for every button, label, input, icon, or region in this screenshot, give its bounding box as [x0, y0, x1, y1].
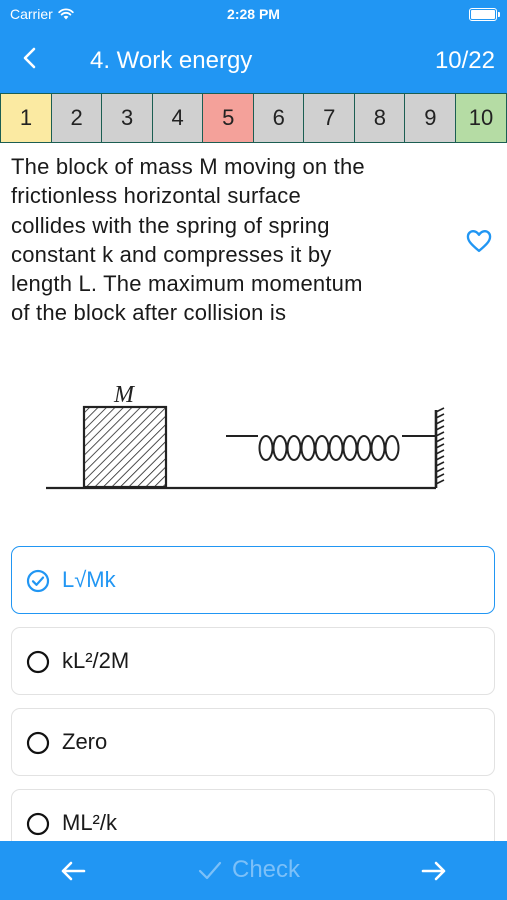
answer-option[interactable]: kL²/2M — [11, 627, 495, 695]
page-title: 4. Work energy — [90, 47, 253, 74]
question-text: The block of mass M moving on the frictio… — [11, 152, 441, 328]
radio-unchecked-icon[interactable] — [26, 812, 50, 836]
battery-icon — [469, 8, 500, 21]
radio-unchecked-icon[interactable] — [26, 731, 50, 755]
question-number-3[interactable]: 3 — [101, 93, 154, 143]
question-line: constant k and compresses it by — [11, 241, 332, 267]
radio-unchecked-icon[interactable] — [26, 650, 50, 674]
check-label: Check — [232, 856, 301, 883]
status-bar: Carrier 2:28 PM — [0, 0, 507, 28]
question-line: length L. The maximum momentum — [11, 271, 363, 297]
arrow-left-icon[interactable] — [58, 857, 88, 885]
question-number-6[interactable]: 6 — [252, 93, 305, 143]
block-label: M — [113, 382, 136, 408]
nav-bar: 4. Work energy 10/22 — [0, 28, 507, 93]
answer-option[interactable]: L√Mk — [11, 546, 495, 614]
answer-option-text: L√Mk — [62, 567, 116, 592]
heart-outline-icon[interactable] — [465, 227, 493, 255]
question-number-2[interactable]: 2 — [50, 93, 103, 143]
status-time: 2:28 PM — [227, 6, 280, 22]
answer-option-text: Zero — [62, 729, 108, 754]
checkmark-icon — [198, 861, 222, 880]
question-progress: 10/22 — [434, 47, 495, 74]
question-line: frictionless horizontal surface — [11, 183, 301, 209]
question-line: collides with the spring of spring — [11, 212, 330, 238]
question-line: of the block after collision is — [11, 300, 287, 326]
question-number-8[interactable]: 8 — [353, 93, 406, 143]
bottom-bar: Check — [0, 841, 507, 900]
spring — [226, 435, 435, 461]
radio-checked-icon[interactable] — [26, 569, 50, 593]
answer-option[interactable]: Zero — [11, 708, 495, 776]
check-button[interactable]: Check — [198, 856, 300, 884]
chevron-left-icon[interactable] — [18, 46, 42, 70]
question-number-7[interactable]: 7 — [303, 93, 356, 143]
question-number-4[interactable]: 4 — [151, 93, 204, 143]
top-bar: Carrier 2:28 PM 4. Work energy 10/22 — [0, 0, 507, 93]
question-number-5[interactable]: 5 — [202, 93, 255, 143]
question-number-1[interactable]: 1 — [0, 93, 53, 143]
question-figure: M — [46, 382, 445, 490]
question-number-9[interactable]: 9 — [404, 93, 457, 143]
block-mass — [82, 405, 168, 489]
question-number-10[interactable]: 10 — [454, 93, 507, 143]
arrow-right-icon[interactable] — [419, 857, 449, 885]
answer-option-text: kL²/2M — [62, 648, 130, 673]
question-line: The block of mass M moving on the — [11, 154, 365, 179]
question-number-strip: 1 2 3 4 5 6 7 8 9 10 — [0, 93, 507, 143]
